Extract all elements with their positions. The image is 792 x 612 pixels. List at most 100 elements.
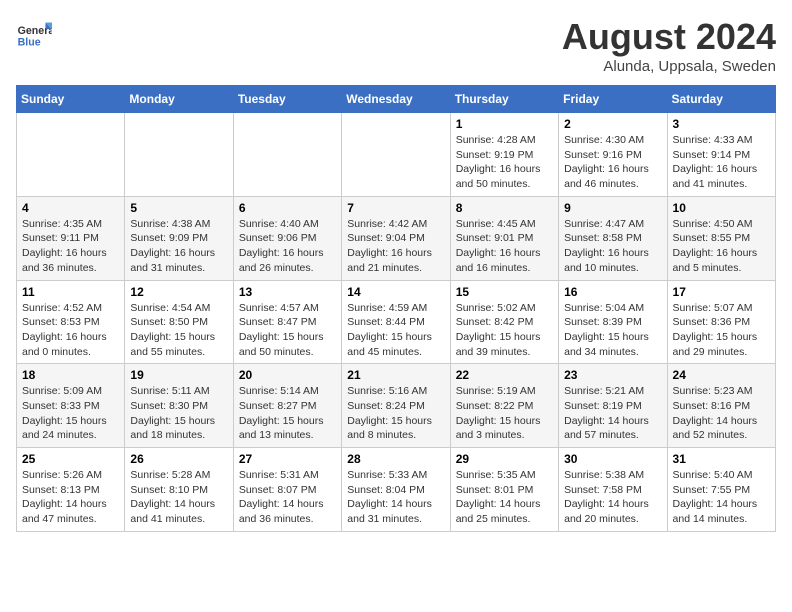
day-info: Sunrise: 4:47 AM Sunset: 8:58 PM Dayligh… <box>564 217 661 276</box>
calendar-cell: 15 Sunrise: 5:02 AM Sunset: 8:42 PM Dayli… <box>450 280 558 364</box>
weekday-header-sunday: Sunday <box>17 86 125 113</box>
weekday-header-monday: Monday <box>125 86 233 113</box>
calendar-cell: 11Sunrise: 4:52 AM Sunset: 8:53 PM Dayli… <box>17 280 125 364</box>
day-number: 27 <box>239 452 336 466</box>
day-info: Sunrise: 4:57 AM Sunset: 8:47 PM Dayligh… <box>239 301 336 360</box>
day-number: 4 <box>22 201 119 215</box>
day-info: Sunrise: 4:52 AM Sunset: 8:53 PM Dayligh… <box>22 301 119 360</box>
calendar-cell: 25Sunrise: 5:26 AM Sunset: 8:13 PM Dayli… <box>17 448 125 532</box>
day-number: 10 <box>673 201 770 215</box>
calendar-week-3: 18Sunrise: 5:09 AM Sunset: 8:33 PM Dayli… <box>17 364 776 448</box>
day-number: 1 <box>456 117 553 131</box>
day-info: Sunrise: 4:35 AM Sunset: 9:11 PM Dayligh… <box>22 217 119 276</box>
calendar-week-2: 11Sunrise: 4:52 AM Sunset: 8:53 PM Dayli… <box>17 280 776 364</box>
day-number: 14 <box>347 285 444 299</box>
day-number: 3 <box>673 117 770 131</box>
calendar-cell: 8Sunrise: 4:45 AM Sunset: 9:01 PM Daylig… <box>450 196 558 280</box>
weekday-header-saturday: Saturday <box>667 86 775 113</box>
calendar-cell: 20 Sunrise: 5:14 AM Sunset: 8:27 PM Dayli… <box>233 364 341 448</box>
calendar-cell: 16 Sunrise: 5:04 AM Sunset: 8:39 PM Dayli… <box>559 280 667 364</box>
day-info: Sunrise: 5:04 AM Sunset: 8:39 PM Dayligh… <box>564 301 661 360</box>
day-info: Sunrise: 4:50 AM Sunset: 8:55 PM Dayligh… <box>673 217 770 276</box>
day-info: Sunrise: 5:31 AM Sunset: 8:07 PM Dayligh… <box>239 468 336 527</box>
calendar-cell: 6 Sunrise: 4:40 AM Sunset: 9:06 PM Daylig… <box>233 196 341 280</box>
day-info: Sunrise: 5:19 AM Sunset: 8:22 PM Dayligh… <box>456 384 553 443</box>
calendar-cell: 28 Sunrise: 5:33 AM Sunset: 8:04 PM Dayli… <box>342 448 450 532</box>
calendar-cell: 19 Sunrise: 5:11 AM Sunset: 8:30 PM Dayli… <box>125 364 233 448</box>
day-info: Sunrise: 5:23 AM Sunset: 8:16 PM Dayligh… <box>673 384 770 443</box>
day-info: Sunrise: 4:59 AM Sunset: 8:44 PM Dayligh… <box>347 301 444 360</box>
calendar-body: 1 Sunrise: 4:28 AM Sunset: 9:19 PM Daylig… <box>17 113 776 532</box>
location: Alunda, Uppsala, Sweden <box>562 58 776 75</box>
title-block: August 2024 Alunda, Uppsala, Sweden <box>562 16 776 75</box>
calendar-cell: 30 Sunrise: 5:38 AM Sunset: 7:58 PM Dayli… <box>559 448 667 532</box>
calendar-cell: 13Sunrise: 4:57 AM Sunset: 8:47 PM Dayli… <box>233 280 341 364</box>
weekday-header-friday: Friday <box>559 86 667 113</box>
day-number: 9 <box>564 201 661 215</box>
day-number: 28 <box>347 452 444 466</box>
day-info: Sunrise: 5:40 AM Sunset: 7:55 PM Dayligh… <box>673 468 770 527</box>
calendar-cell <box>342 113 450 197</box>
calendar-cell: 22 Sunrise: 5:19 AM Sunset: 8:22 PM Dayli… <box>450 364 558 448</box>
day-info: Sunrise: 5:07 AM Sunset: 8:36 PM Dayligh… <box>673 301 770 360</box>
calendar-cell: 23 Sunrise: 5:21 AM Sunset: 8:19 PM Dayli… <box>559 364 667 448</box>
day-info: Sunrise: 4:28 AM Sunset: 9:19 PM Dayligh… <box>456 133 553 192</box>
calendar-cell: 27 Sunrise: 5:31 AM Sunset: 8:07 PM Dayli… <box>233 448 341 532</box>
day-number: 6 <box>239 201 336 215</box>
calendar-cell: 18Sunrise: 5:09 AM Sunset: 8:33 PM Dayli… <box>17 364 125 448</box>
calendar-week-1: 4 Sunrise: 4:35 AM Sunset: 9:11 PM Daylig… <box>17 196 776 280</box>
logo: General Blue <box>16 16 52 52</box>
day-number: 20 <box>239 368 336 382</box>
calendar-cell: 24Sunrise: 5:23 AM Sunset: 8:16 PM Dayli… <box>667 364 775 448</box>
day-number: 17 <box>673 285 770 299</box>
day-number: 25 <box>22 452 119 466</box>
calendar-cell: 10 Sunrise: 4:50 AM Sunset: 8:55 PM Dayli… <box>667 196 775 280</box>
weekday-header-wednesday: Wednesday <box>342 86 450 113</box>
day-info: Sunrise: 4:40 AM Sunset: 9:06 PM Dayligh… <box>239 217 336 276</box>
day-number: 23 <box>564 368 661 382</box>
day-number: 16 <box>564 285 661 299</box>
logo-icon: General Blue <box>16 16 52 52</box>
calendar-cell: 31 Sunrise: 5:40 AM Sunset: 7:55 PM Dayli… <box>667 448 775 532</box>
day-info: Sunrise: 5:11 AM Sunset: 8:30 PM Dayligh… <box>130 384 227 443</box>
day-number: 2 <box>564 117 661 131</box>
day-number: 26 <box>130 452 227 466</box>
day-number: 22 <box>456 368 553 382</box>
day-info: Sunrise: 4:38 AM Sunset: 9:09 PM Dayligh… <box>130 217 227 276</box>
calendar-table: SundayMondayTuesdayWednesdayThursdayFrid… <box>16 85 776 532</box>
day-info: Sunrise: 5:35 AM Sunset: 8:01 PM Dayligh… <box>456 468 553 527</box>
calendar-cell <box>233 113 341 197</box>
calendar-cell: 21Sunrise: 5:16 AM Sunset: 8:24 PM Dayli… <box>342 364 450 448</box>
calendar-week-0: 1 Sunrise: 4:28 AM Sunset: 9:19 PM Daylig… <box>17 113 776 197</box>
day-number: 30 <box>564 452 661 466</box>
day-number: 31 <box>673 452 770 466</box>
calendar-cell: 12Sunrise: 4:54 AM Sunset: 8:50 PM Dayli… <box>125 280 233 364</box>
day-info: Sunrise: 4:33 AM Sunset: 9:14 PM Dayligh… <box>673 133 770 192</box>
day-info: Sunrise: 4:42 AM Sunset: 9:04 PM Dayligh… <box>347 217 444 276</box>
day-info: Sunrise: 5:33 AM Sunset: 8:04 PM Dayligh… <box>347 468 444 527</box>
day-info: Sunrise: 5:38 AM Sunset: 7:58 PM Dayligh… <box>564 468 661 527</box>
day-info: Sunrise: 4:30 AM Sunset: 9:16 PM Dayligh… <box>564 133 661 192</box>
calendar-cell: 29 Sunrise: 5:35 AM Sunset: 8:01 PM Dayli… <box>450 448 558 532</box>
calendar-cell: 14 Sunrise: 4:59 AM Sunset: 8:44 PM Dayli… <box>342 280 450 364</box>
day-info: Sunrise: 5:14 AM Sunset: 8:27 PM Dayligh… <box>239 384 336 443</box>
day-info: Sunrise: 5:16 AM Sunset: 8:24 PM Dayligh… <box>347 384 444 443</box>
day-number: 15 <box>456 285 553 299</box>
day-number: 29 <box>456 452 553 466</box>
day-number: 8 <box>456 201 553 215</box>
weekday-header-tuesday: Tuesday <box>233 86 341 113</box>
day-number: 19 <box>130 368 227 382</box>
day-info: Sunrise: 5:28 AM Sunset: 8:10 PM Dayligh… <box>130 468 227 527</box>
calendar-cell: 3 Sunrise: 4:33 AM Sunset: 9:14 PM Daylig… <box>667 113 775 197</box>
calendar-cell: 4 Sunrise: 4:35 AM Sunset: 9:11 PM Daylig… <box>17 196 125 280</box>
svg-text:Blue: Blue <box>18 36 41 48</box>
calendar-cell: 2 Sunrise: 4:30 AM Sunset: 9:16 PM Daylig… <box>559 113 667 197</box>
day-info: Sunrise: 5:21 AM Sunset: 8:19 PM Dayligh… <box>564 384 661 443</box>
month-year: August 2024 <box>562 16 776 58</box>
calendar-cell <box>17 113 125 197</box>
header: General Blue August 2024 Alunda, Uppsala… <box>16 16 776 75</box>
calendar-cell: 9 Sunrise: 4:47 AM Sunset: 8:58 PM Daylig… <box>559 196 667 280</box>
calendar-cell <box>125 113 233 197</box>
calendar-cell: 26 Sunrise: 5:28 AM Sunset: 8:10 PM Dayli… <box>125 448 233 532</box>
day-info: Sunrise: 5:02 AM Sunset: 8:42 PM Dayligh… <box>456 301 553 360</box>
